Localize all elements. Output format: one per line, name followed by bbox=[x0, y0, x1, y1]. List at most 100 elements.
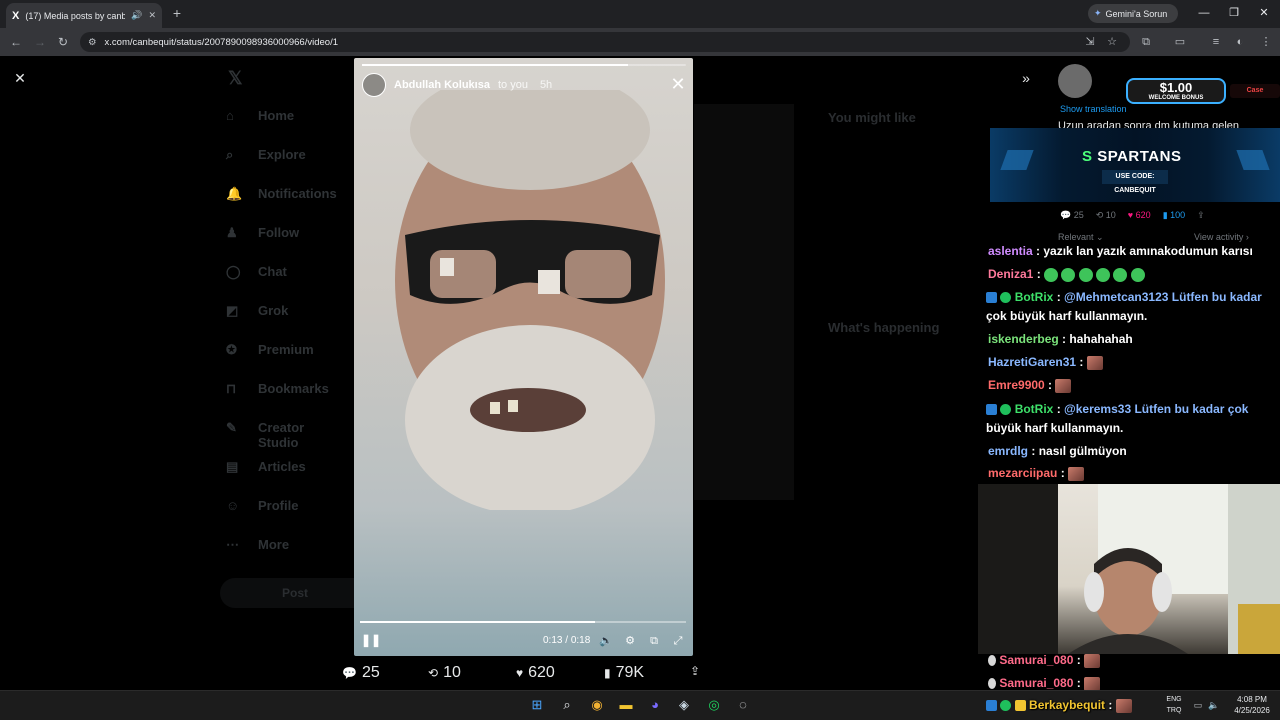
nav-premium[interactable]: Premium bbox=[258, 342, 314, 357]
tweet-like-stat[interactable]: ♥ 620 bbox=[1128, 210, 1151, 224]
nav-profile[interactable]: Profile bbox=[258, 498, 298, 513]
chat-message-continued: büyük harf kullanmayın. bbox=[986, 421, 1123, 435]
minimize-button[interactable]: — bbox=[1196, 5, 1212, 21]
taskbar-clock[interactable]: 4:08 PM 4/25/2026 bbox=[1228, 694, 1276, 716]
video-seek-bar[interactable] bbox=[360, 621, 686, 623]
like-button[interactable]: ♥ 620 bbox=[516, 664, 555, 682]
tweet-bookmark-stat[interactable]: ▮ 100 bbox=[1163, 210, 1185, 224]
nav-icon-follow: ♟ bbox=[226, 225, 238, 240]
nav-notifications[interactable]: Notifications bbox=[258, 186, 337, 201]
emote-icon bbox=[1044, 267, 1059, 282]
nav-articles[interactable]: Articles bbox=[258, 459, 306, 474]
pause-icon[interactable]: ❚❚ bbox=[361, 633, 381, 649]
crown-badge-icon bbox=[1014, 700, 1026, 712]
spartans-logo-mark-icon: S bbox=[1082, 148, 1098, 165]
gemini-button[interactable]: ✦ Gemini'a Sorun bbox=[1088, 4, 1178, 23]
nav-home[interactable]: Home bbox=[258, 108, 294, 123]
gemini-label: Gemini'a Sorun bbox=[1105, 8, 1168, 19]
speaker-tray-icon[interactable]: 🔈 bbox=[1206, 697, 1222, 713]
close-media-icon[interactable]: ✕ bbox=[12, 70, 28, 86]
emote-icon bbox=[1086, 355, 1103, 370]
search-icon[interactable]: ⌕ bbox=[558, 696, 576, 714]
repost-button[interactable]: ⟲ 10 bbox=[428, 664, 461, 682]
tab-title: (17) Media posts by canbe bbox=[25, 10, 126, 21]
nav-icon-home: ⌂ bbox=[226, 108, 234, 123]
nav-more[interactable]: More bbox=[258, 537, 289, 552]
nav-explore[interactable]: Explore bbox=[258, 147, 306, 162]
language-indicator[interactable]: ENG TRQ bbox=[1162, 694, 1186, 716]
share-button[interactable]: ⇪ bbox=[690, 664, 700, 678]
browser-menu-icon[interactable]: ⋮ bbox=[1258, 34, 1274, 50]
windows-start-icon[interactable]: ⊞ bbox=[528, 696, 546, 714]
split-view-icon[interactable]: ▭ bbox=[1172, 34, 1188, 50]
media-grid-dim bbox=[694, 104, 794, 500]
install-app-icon[interactable]: ⇲ bbox=[1082, 34, 1098, 50]
network-icon[interactable]: ▭ bbox=[1190, 697, 1206, 713]
fullscreen-icon[interactable]: ⤢ bbox=[670, 633, 686, 649]
profile-avatar[interactable]: ◐ bbox=[1232, 34, 1248, 50]
verified-badge-icon bbox=[1000, 292, 1012, 304]
story-close-icon[interactable]: ✕ bbox=[668, 74, 688, 94]
story-author-avatar[interactable] bbox=[362, 73, 386, 97]
pip-icon[interactable]: ⧉ bbox=[646, 633, 662, 649]
bookmark-star-icon[interactable]: ☆ bbox=[1104, 34, 1120, 50]
views-count: 79K bbox=[615, 664, 645, 681]
chrome-icon[interactable]: ◉ bbox=[588, 696, 606, 714]
steam-icon[interactable]: ◈ bbox=[675, 696, 693, 714]
show-translation-link[interactable]: Show translation bbox=[1060, 104, 1127, 114]
x-logo-icon: X bbox=[12, 9, 20, 22]
reading-mode-icon[interactable]: ≡ bbox=[1208, 34, 1224, 50]
volume-icon[interactable]: 🔈 bbox=[598, 633, 614, 649]
nav-icon-bookmarks: ⊓ bbox=[226, 381, 237, 396]
view-activity-link[interactable]: View activity › bbox=[1194, 232, 1249, 242]
reply-count: 25 bbox=[361, 664, 380, 681]
back-button[interactable]: ← bbox=[8, 34, 24, 50]
chat-username: BotRix bbox=[1014, 290, 1054, 304]
chat-message-continued: çok büyük harf kullanmayın. bbox=[986, 309, 1147, 323]
spotify-icon[interactable]: ◎ bbox=[705, 696, 723, 714]
replies-sort-label: Relevant bbox=[1058, 232, 1094, 242]
expand-panel-icon[interactable]: » bbox=[1018, 70, 1034, 86]
story-author-name[interactable]: Abdullah Kolukısa bbox=[394, 79, 490, 91]
discord-icon[interactable]: ◕ bbox=[646, 696, 664, 714]
clock-date: 4/25/2026 bbox=[1234, 706, 1270, 715]
tweet-share-icon[interactable]: ⇪ bbox=[1197, 210, 1205, 224]
video-seek-fill bbox=[360, 621, 595, 623]
obs-icon[interactable]: ◌ bbox=[734, 696, 752, 714]
tweet-repost-stat[interactable]: ⟲ 10 bbox=[1096, 210, 1116, 224]
replies-sort-dropdown[interactable]: Relevant ⌄ bbox=[1058, 232, 1104, 243]
new-tab-button[interactable]: + bbox=[169, 5, 185, 21]
nav-follow[interactable]: Follow bbox=[258, 225, 299, 240]
nav-bookmarks[interactable]: Bookmarks bbox=[258, 381, 329, 396]
tab-close-icon[interactable]: ✕ bbox=[148, 10, 156, 21]
reload-button[interactable]: ↻ bbox=[55, 34, 71, 50]
extensions-icon[interactable]: ⧉ bbox=[1138, 34, 1154, 50]
address-bar[interactable]: ⚙ x.com/canbequit/status/200789009893600… bbox=[80, 32, 1130, 52]
chat-username: Samurai_080 bbox=[999, 653, 1074, 667]
tweet-reply-stat[interactable]: 💬 25 bbox=[1060, 210, 1084, 224]
views-button[interactable]: ▮ 79K bbox=[604, 664, 644, 682]
whats-happening-heading: What's happening bbox=[828, 320, 940, 335]
speaker-icon[interactable]: 🔊 bbox=[131, 10, 142, 21]
maximize-button[interactable]: ❐ bbox=[1226, 5, 1242, 21]
case-brand-logo: Case bbox=[1230, 84, 1280, 98]
browser-tab[interactable]: X (17) Media posts by canbe 🔊 ✕ bbox=[6, 3, 162, 28]
nav-grok[interactable]: Grok bbox=[258, 303, 288, 318]
chat-message: HazretiGaren31 : bbox=[988, 355, 1103, 370]
bonus-pill: $1.00 WELCOME BONUS bbox=[1126, 78, 1226, 104]
story-header: Abdullah Kolukısa to you 5h bbox=[362, 72, 692, 98]
chat-username: iskenderbeg bbox=[988, 332, 1059, 346]
settings-gear-icon[interactable]: ⚙ bbox=[622, 633, 638, 649]
file-explorer-icon[interactable]: ▬ bbox=[617, 696, 635, 714]
site-info-icon[interactable]: ⚙ bbox=[88, 37, 97, 48]
story-time: 5h bbox=[539, 79, 553, 91]
close-window-button[interactable]: ✕ bbox=[1256, 5, 1272, 21]
post-button[interactable]: Post bbox=[220, 578, 370, 608]
forward-button[interactable]: → bbox=[32, 34, 48, 50]
chat-message: Emre9900 : bbox=[988, 378, 1072, 393]
bonus-amount: $1.00 bbox=[1159, 80, 1193, 95]
nav-creator-studio[interactable]: Creator Studio bbox=[258, 420, 346, 450]
chat-username: Emre9900 bbox=[988, 378, 1045, 392]
nav-chat[interactable]: Chat bbox=[258, 264, 287, 279]
reply-button[interactable]: 💬 25 bbox=[342, 664, 380, 682]
